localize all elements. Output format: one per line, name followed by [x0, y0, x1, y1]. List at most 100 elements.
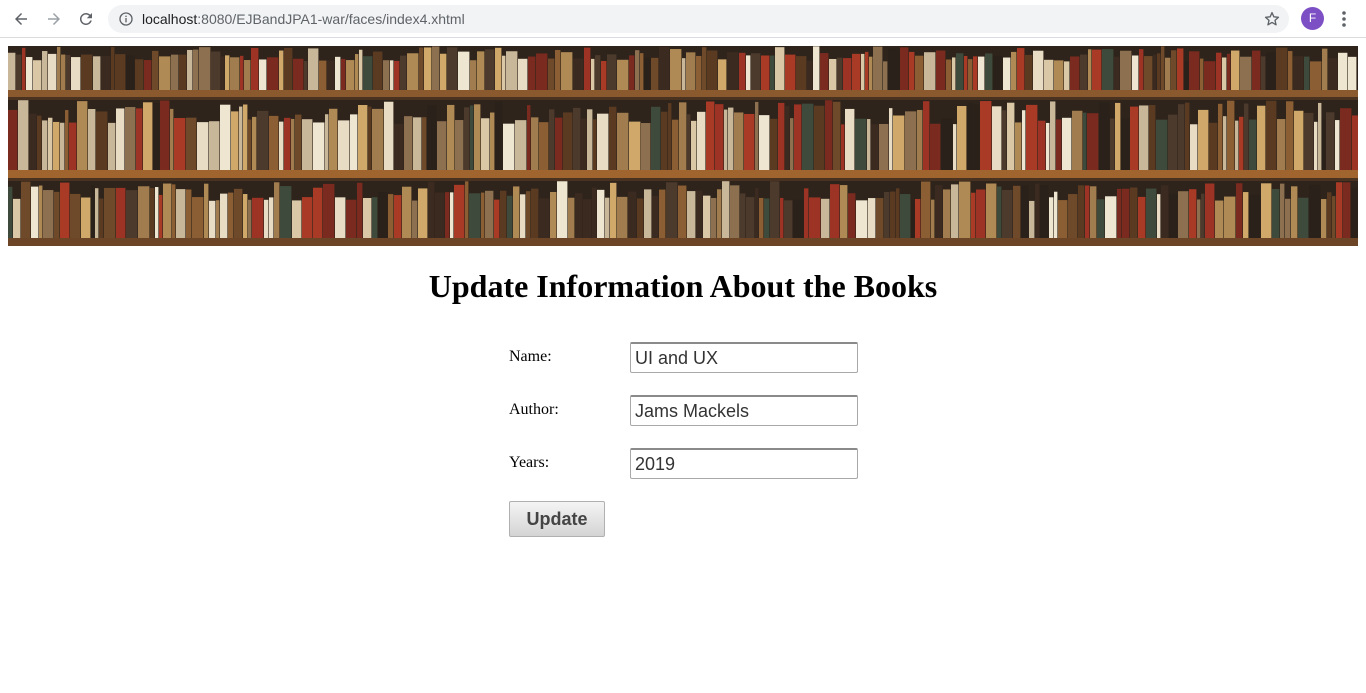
- book-spine: [687, 114, 691, 170]
- book-spine: [952, 57, 956, 90]
- book-spine: [42, 120, 48, 170]
- book-spine: [126, 190, 138, 238]
- kebab-menu-icon[interactable]: [1334, 9, 1354, 29]
- book-spine: [957, 106, 967, 170]
- book-spine: [363, 56, 373, 90]
- book-spine: [465, 181, 469, 238]
- book-spine: [1165, 57, 1171, 90]
- years-input[interactable]: [630, 448, 858, 479]
- name-input[interactable]: [630, 342, 858, 373]
- book-spine: [520, 194, 526, 238]
- book-spine: [1201, 193, 1205, 238]
- book-spine: [727, 52, 739, 90]
- book-spine: [900, 47, 909, 90]
- book-spine: [730, 185, 740, 238]
- book-spine: [833, 101, 841, 170]
- book-spine: [1044, 59, 1054, 90]
- book-spine: [26, 57, 33, 90]
- book-spine: [1099, 102, 1110, 170]
- book-spine: [1064, 61, 1070, 90]
- book-spine: [629, 121, 641, 170]
- book-spine: [539, 198, 550, 238]
- book-spine: [666, 182, 678, 238]
- book-spine: [968, 59, 973, 90]
- book-spine: [889, 108, 893, 170]
- book-spine: [915, 55, 924, 90]
- book-spine: [609, 106, 617, 170]
- book-spine: [575, 193, 583, 238]
- book-spine: [992, 106, 1002, 170]
- book-spine: [454, 184, 465, 238]
- book-spine: [450, 192, 454, 238]
- url-text[interactable]: localhost:8080/EJBandJPA1-war/faces/inde…: [142, 5, 465, 33]
- book-spine: [170, 108, 174, 170]
- update-button[interactable]: Update: [509, 501, 605, 537]
- book-spine: [821, 198, 830, 238]
- book-spine: [447, 47, 458, 90]
- book-spine: [363, 197, 372, 238]
- book-spine: [327, 60, 335, 90]
- book-spine: [635, 50, 640, 90]
- book-spine: [1294, 110, 1304, 170]
- book-spine: [917, 109, 923, 170]
- book-spine: [802, 103, 814, 170]
- book-spine: [1304, 112, 1314, 170]
- book-spine: [845, 108, 855, 170]
- book-spine: [1157, 194, 1161, 238]
- book-spine: [1198, 109, 1209, 170]
- book-spine: [993, 55, 1003, 90]
- book-spine: [790, 118, 794, 170]
- book-spine: [176, 189, 186, 238]
- profile-avatar[interactable]: F: [1301, 7, 1324, 30]
- book-spine: [313, 187, 323, 238]
- book-spine: [1102, 49, 1114, 90]
- book-spine: [1003, 57, 1011, 90]
- author-input[interactable]: [630, 395, 858, 426]
- book-spine: [160, 100, 170, 170]
- book-spine: [581, 118, 587, 170]
- book-spine: [1117, 188, 1122, 238]
- back-button[interactable]: [7, 5, 35, 33]
- book-spine: [428, 181, 435, 238]
- book-spine: [953, 124, 957, 170]
- book-spine: [718, 59, 727, 90]
- reload-icon: [79, 12, 92, 25]
- book-spine: [531, 117, 539, 170]
- book-spine: [304, 61, 308, 90]
- book-spine: [715, 104, 724, 170]
- book-spine: [13, 198, 21, 238]
- book-spine: [57, 46, 61, 90]
- book-spine: [867, 119, 871, 170]
- book-spine: [549, 109, 555, 170]
- book-spine: [526, 191, 531, 238]
- info-icon[interactable]: [118, 11, 134, 27]
- book-spine: [269, 115, 279, 170]
- book-spine: [557, 181, 568, 238]
- book-spine: [1097, 199, 1105, 238]
- book-spine: [946, 59, 952, 90]
- book-spine: [302, 119, 313, 170]
- book-spine: [506, 51, 518, 90]
- book-spine: [70, 193, 81, 238]
- book-spine: [209, 121, 220, 170]
- book-spine: [220, 104, 231, 170]
- book-spine: [1197, 199, 1201, 238]
- reload-button[interactable]: [72, 5, 100, 33]
- star-icon[interactable]: [1263, 10, 1281, 28]
- book-spine: [1121, 118, 1130, 170]
- book-spine: [528, 56, 536, 90]
- book-spine: [1190, 124, 1198, 170]
- book-spine: [1351, 187, 1358, 238]
- book-spine: [231, 111, 239, 170]
- book-spine: [536, 53, 548, 90]
- book-spine: [445, 192, 450, 238]
- book-spine: [515, 120, 527, 170]
- book-spine: [980, 101, 992, 170]
- bookshelf-banner-image: [8, 46, 1358, 246]
- book-spine: [884, 192, 890, 238]
- book-spine: [302, 197, 313, 238]
- book-spine: [1146, 188, 1157, 238]
- forward-button[interactable]: [40, 5, 68, 33]
- book-spine: [986, 183, 997, 238]
- address-bar[interactable]: localhost:8080/EJBandJPA1-war/faces/inde…: [108, 5, 1289, 33]
